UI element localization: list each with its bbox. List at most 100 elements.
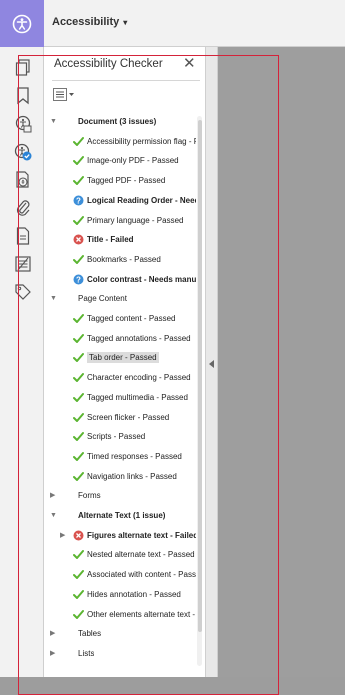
needs-manual-check-icon: ? xyxy=(73,195,84,206)
top-toolbar: Accessibility ▾ xyxy=(0,0,345,47)
passed-check-icon xyxy=(73,136,84,147)
rule-label: Image-only PDF - Passed xyxy=(87,156,179,166)
passed-check-icon xyxy=(73,313,84,324)
category-label: Page Content xyxy=(78,294,127,304)
accessibility-checker-icon[interactable] xyxy=(14,143,32,161)
svg-text:?: ? xyxy=(76,275,81,284)
passed-check-icon xyxy=(73,352,84,363)
tree-rule-row[interactable]: Associated with content - Pass xyxy=(44,566,196,584)
rule-label: Nested alternate text - Passed xyxy=(87,550,195,560)
rule-label: Logical Reading Order - Need xyxy=(87,195,196,205)
failed-x-icon xyxy=(73,530,84,541)
rule-label: Tagged multimedia - Passed xyxy=(87,392,188,402)
svg-text:?: ? xyxy=(76,196,81,205)
passed-check-icon xyxy=(73,431,84,442)
rule-label: Associated with content - Pass xyxy=(87,570,196,580)
expanded-twisty-icon[interactable]: ▼ xyxy=(50,512,58,520)
content-order-icon[interactable] xyxy=(14,171,32,189)
rule-label: Tagged content - Passed xyxy=(87,314,176,323)
passed-check-icon xyxy=(73,589,84,600)
close-icon[interactable]: ✕ xyxy=(183,54,199,72)
passed-check-icon xyxy=(73,392,84,403)
tree-rule-row[interactable]: Hides annotation - Passed xyxy=(44,586,196,604)
rule-label: Other elements alternate text - xyxy=(87,609,196,619)
passed-check-icon xyxy=(73,155,84,166)
tree-rule-row[interactable]: Nested alternate text - Passed xyxy=(44,546,196,564)
bookmark-icon[interactable] xyxy=(14,87,32,105)
tree-rule-row[interactable]: Navigation links - Passed xyxy=(44,468,196,486)
tree-rule-row[interactable]: Bookmarks - Passed xyxy=(44,251,196,269)
tree-category-row[interactable]: ▶ Forms xyxy=(44,487,196,505)
rule-label: Title - Failed xyxy=(87,235,134,245)
scrollbar-thumb[interactable] xyxy=(198,120,202,632)
passed-check-icon xyxy=(73,549,84,560)
tree-rule-row[interactable]: Accessibility permission flag - F xyxy=(44,133,196,151)
tree-rule-row[interactable]: Primary language - Passed xyxy=(44,212,196,230)
collapsed-twisty-icon[interactable]: ▶ xyxy=(50,630,58,638)
passed-check-icon xyxy=(73,175,84,186)
panel-header: Accessibility Checker ✕ xyxy=(44,47,206,79)
pages-icon[interactable] xyxy=(14,59,32,77)
collapse-panel-arrow-icon[interactable] xyxy=(209,360,214,368)
rule-label: Tagged PDF - Passed xyxy=(87,176,166,186)
tree-rule-row[interactable]: Tagged content - Passed xyxy=(44,310,196,328)
needs-manual-check-icon: ? xyxy=(73,274,84,285)
rule-label: Primary language - Passed xyxy=(87,215,184,225)
chevron-down-icon: ▾ xyxy=(123,18,128,27)
category-label: Tables xyxy=(78,629,102,639)
tree-rule-row[interactable]: Character encoding - Passed xyxy=(44,369,196,387)
tree-rule-row[interactable]: ? Logical Reading Order - Need xyxy=(44,192,196,210)
accessibility-icon[interactable] xyxy=(0,0,44,47)
tree-rule-row[interactable]: Tab order - Passed xyxy=(44,349,196,367)
rule-label: Scripts - Passed xyxy=(87,432,146,442)
tree-rule-row[interactable]: Tagged PDF - Passed xyxy=(44,172,196,190)
tree-category-row[interactable]: ▼ Page Content xyxy=(44,290,196,308)
expanded-twisty-icon[interactable]: ▼ xyxy=(50,295,58,303)
rule-label: Tagged annotations - Passed xyxy=(87,333,191,343)
tree-rule-row[interactable]: Tagged multimedia - Passed xyxy=(44,389,196,407)
passed-check-icon xyxy=(73,451,84,462)
collapsed-twisty-icon[interactable]: ▶ xyxy=(50,650,58,658)
passed-check-icon xyxy=(73,333,84,344)
failed-x-icon xyxy=(73,234,84,245)
passed-check-icon xyxy=(73,471,84,482)
tree-rule-row[interactable]: ▶ Figures alternate text - Failed xyxy=(44,527,196,545)
tool-title-label: Accessibility xyxy=(52,16,120,28)
tree-category-row[interactable]: ▼ Document (3 issues) xyxy=(44,113,196,131)
passed-check-icon xyxy=(73,215,84,226)
tree-rule-row[interactable]: Scripts - Passed xyxy=(44,428,196,446)
passed-check-icon xyxy=(73,254,84,265)
collapsed-twisty-icon[interactable]: ▶ xyxy=(50,492,58,500)
tree-category-row[interactable]: ▶ Tables xyxy=(44,625,196,643)
tree-category-row[interactable]: ▶ Lists xyxy=(44,645,196,663)
rule-label: Character encoding - Passed xyxy=(87,373,191,383)
tool-title-dropdown[interactable]: Accessibility ▾ xyxy=(52,16,127,28)
rule-label: Timed responses - Passed xyxy=(87,451,182,461)
expanded-twisty-icon[interactable]: ▼ xyxy=(50,118,58,126)
tree-rule-row[interactable]: Timed responses - Passed xyxy=(44,448,196,466)
passed-check-icon xyxy=(73,412,84,423)
tree-rule-row[interactable]: Tagged annotations - Passed xyxy=(44,330,196,348)
category-label: Document (3 issues) xyxy=(78,117,157,126)
passed-check-icon xyxy=(73,372,84,383)
tags-icon[interactable] xyxy=(14,283,32,301)
document-properties-icon[interactable] xyxy=(14,227,32,245)
collapsed-twisty-icon[interactable]: ▶ xyxy=(60,532,68,540)
rule-label: Color contrast - Needs manu xyxy=(87,274,196,284)
passed-check-icon xyxy=(73,609,84,620)
rule-label: Tab order - Passed xyxy=(87,352,159,364)
options-menu-icon[interactable] xyxy=(52,87,76,102)
tree-rule-row[interactable]: Image-only PDF - Passed xyxy=(44,152,196,170)
attachments-icon[interactable] xyxy=(14,199,32,217)
rule-label: Hides annotation - Passed xyxy=(87,589,181,599)
panel-title: Accessibility Checker xyxy=(54,58,163,70)
tree-rule-row[interactable]: Other elements alternate text - xyxy=(44,606,196,624)
tree-rule-row[interactable]: ? Color contrast - Needs manu xyxy=(44,271,196,289)
tree-rule-row[interactable]: Title - Failed xyxy=(44,231,196,249)
accessibility-tags-icon[interactable] xyxy=(14,115,32,133)
tree-rule-row[interactable]: Screen flicker - Passed xyxy=(44,409,196,427)
tree-category-row[interactable]: ▼ Alternate Text (1 issue) xyxy=(44,507,196,525)
order-icon[interactable] xyxy=(14,255,32,273)
rule-label: Bookmarks - Passed xyxy=(87,254,161,264)
rule-label: Figures alternate text - Failed xyxy=(87,530,196,540)
